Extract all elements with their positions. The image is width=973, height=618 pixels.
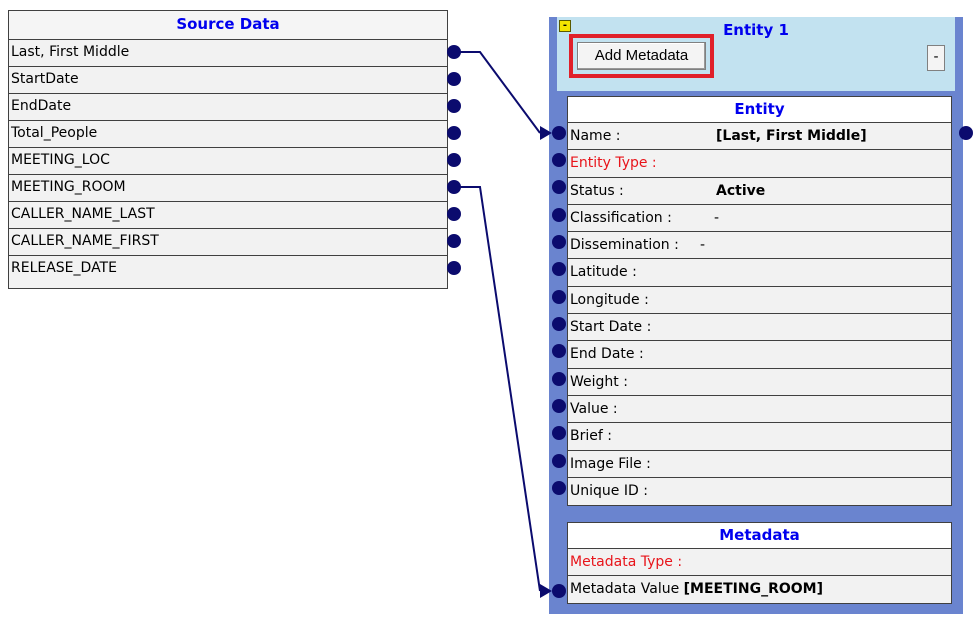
arrowhead-icon — [540, 126, 552, 140]
connector-lines — [456, 51, 552, 598]
arrowhead-icon — [540, 584, 552, 598]
connector-meeting-room-line — [456, 186, 541, 592]
connector-name-line — [456, 51, 541, 134]
